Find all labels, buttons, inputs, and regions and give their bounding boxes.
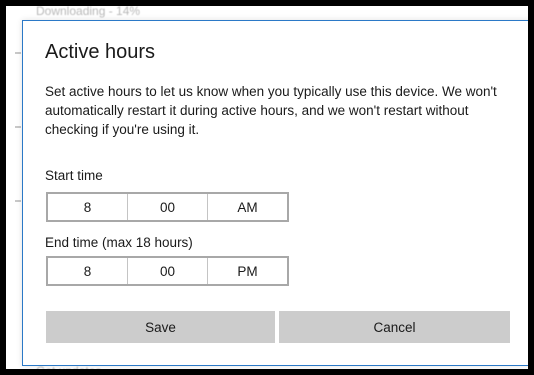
save-button[interactable]: Save [46, 311, 275, 343]
start-time-picker[interactable]: 8 00 AM [46, 192, 289, 222]
start-time-label: Start time [45, 168, 103, 183]
end-time-picker[interactable]: 8 00 PM [46, 256, 289, 286]
start-period-field[interactable]: AM [207, 194, 287, 220]
background-mark [15, 126, 21, 128]
end-period-field[interactable]: PM [207, 258, 287, 284]
end-hour-field[interactable]: 8 [48, 258, 127, 284]
background-mark [15, 52, 21, 54]
dialog-description: Set active hours to let us know when you… [45, 84, 497, 137]
dialog-title: Active hours [45, 41, 156, 63]
end-minute-field[interactable]: 00 [127, 258, 207, 284]
start-minute-field[interactable]: 00 [127, 194, 207, 220]
end-time-label: End time (max 18 hours) [45, 235, 193, 250]
active-hours-dialog: Active hours Set active hours to let us … [22, 20, 528, 366]
background-download-status: Downloading - 14% [36, 4, 141, 18]
start-hour-field[interactable]: 8 [48, 194, 127, 220]
screenshot-frame: Downloading - 14% Get updates Active hou… [0, 0, 534, 375]
background-mark [15, 200, 21, 202]
cancel-button[interactable]: Cancel [279, 311, 510, 343]
